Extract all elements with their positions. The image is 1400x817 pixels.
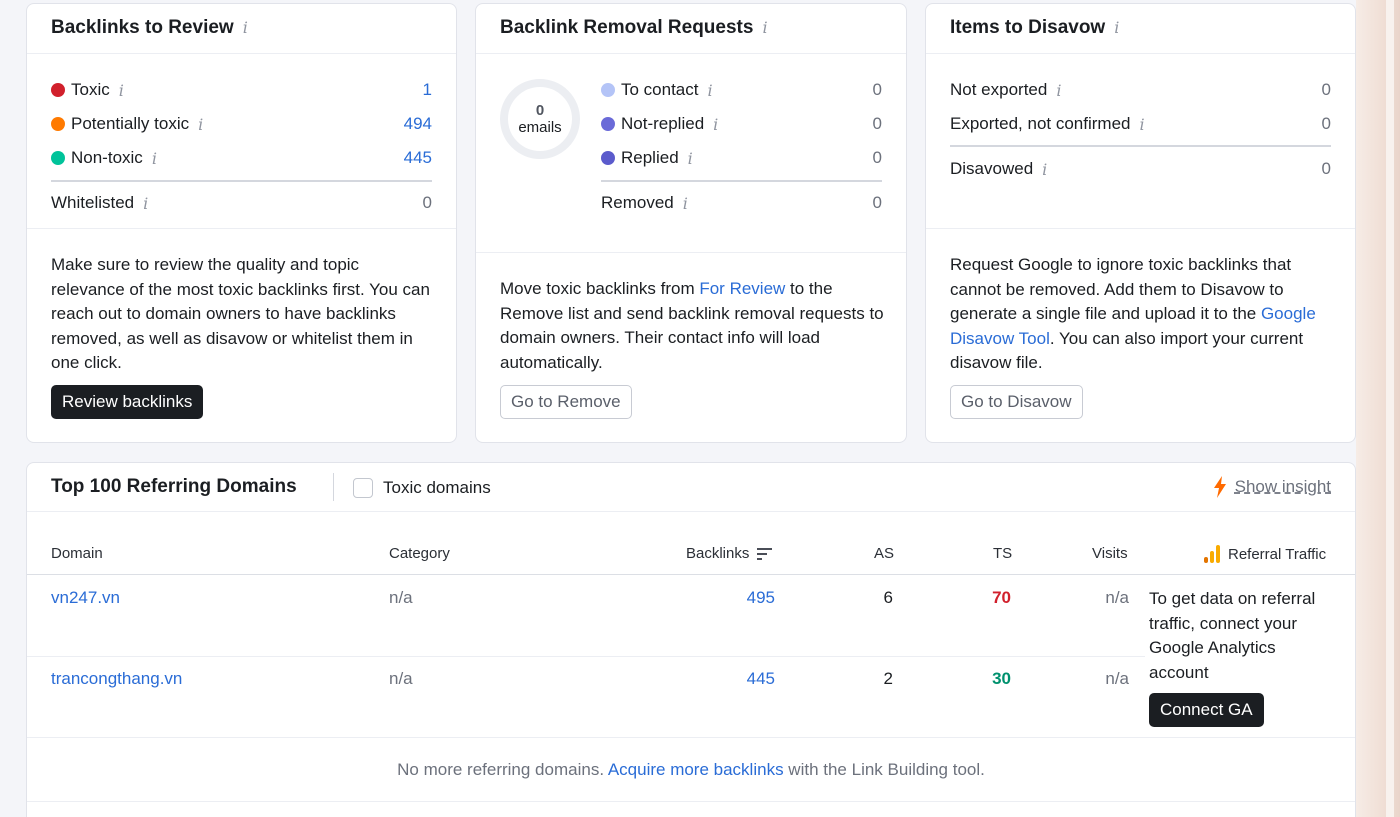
divider [950,145,1331,147]
window-edge [1356,0,1400,817]
google-analytics-icon [1204,545,1220,563]
to-contact-row: To contact i 0 [601,79,882,101]
non-toxic-dot-icon [51,151,65,165]
to-contact-dot-icon [601,83,615,97]
items-to-disavow-card: Items to Disavow i Not exported i 0 Export… [925,3,1356,443]
toxic-domains-checkbox[interactable] [353,478,373,498]
show-insight-link[interactable]: Show insight [1213,476,1331,498]
potentially-toxic-count-link[interactable]: 494 [404,114,432,134]
not-exported-row: Not exported i 0 [950,80,1331,100]
exported-not-confirmed-row: Exported, not confirmed i 0 [950,114,1331,134]
toxic-count-link[interactable]: 1 [423,80,432,100]
sort-icon[interactable] [757,547,773,561]
not-replied-dot-icon [601,117,615,131]
divider [601,180,882,182]
column-referral-traffic[interactable]: Referral Traffic [1204,545,1326,563]
disavowed-row: Disavowed i 0 [950,159,1331,179]
divider [51,180,432,182]
info-icon[interactable]: i [1056,81,1061,100]
whitelisted-row: Whitelisted i 0 [51,193,432,213]
acquire-more-backlinks-link[interactable]: Acquire more backlinks [608,760,784,779]
backlinks-to-review-card: Backlinks to Review i Toxic i 1 Potentiall… [26,3,457,443]
toxic-domains-label: Toxic domains [383,478,491,497]
backlinks-count-link[interactable]: 445 [747,669,775,689]
separator [476,252,906,253]
review-description: Make sure to review the quality and topi… [51,255,430,372]
for-review-link[interactable]: For Review [699,279,785,298]
replied-row: Replied i 0 [601,147,882,169]
info-icon[interactable]: i [713,115,718,134]
column-backlinks[interactable]: Backlinks [686,545,773,562]
table-header: Domain Category Backlinks AS TS Visits R… [27,545,1355,575]
domains-title: Top 100 Referring Domains [51,476,297,497]
non-toxic-row: Non-toxic i 445 [51,147,432,169]
no-more-domains-message: No more referring domains. Acquire more … [397,760,985,779]
info-icon[interactable]: i [688,149,693,168]
toxicity-score: 30 [992,669,1011,688]
category-value: n/a [389,669,413,688]
visits-value: n/a [1105,588,1129,607]
toxicity-score: 70 [992,588,1011,607]
info-icon[interactable]: i [119,81,124,100]
removed-row: Removed i 0 [601,193,882,213]
non-toxic-count-link[interactable]: 445 [404,148,432,168]
go-to-remove-button[interactable]: Go to Remove [500,385,632,419]
top-referring-domains-card: Top 100 Referring Domains Toxic domains … [26,462,1356,817]
separator [27,737,1355,738]
separator [27,801,1355,802]
info-icon[interactable]: i [143,194,148,213]
domain-link[interactable]: trancongthang.vn [51,669,182,689]
column-visits[interactable]: Visits [1092,545,1128,562]
info-icon[interactable]: i [683,194,688,213]
authority-score: 2 [883,669,893,688]
replied-dot-icon [601,151,615,165]
row-divider [27,656,1145,657]
ga-connect-message: To get data on referral traffic, connect… [1149,589,1316,682]
go-to-disavow-button[interactable]: Go to Disavow [950,385,1083,419]
separator [926,228,1355,229]
info-icon[interactable]: i [1042,160,1047,179]
info-icon[interactable]: i [762,18,767,37]
backlinks-count-link[interactable]: 495 [747,588,775,608]
domain-link[interactable]: vn247.vn [51,588,120,608]
separator [27,228,456,229]
column-as[interactable]: AS [874,545,894,562]
card-title: Backlinks to Review i [27,4,456,54]
card-title: Backlink Removal Requests i [476,4,906,54]
separator [27,511,1355,512]
toxic-row: Toxic i 1 [51,79,432,101]
info-icon[interactable]: i [708,81,713,100]
disavow-description: Request Google to ignore toxic backlinks… [950,255,1316,372]
authority-score: 6 [883,588,893,607]
info-icon[interactable]: i [1139,115,1144,134]
info-icon[interactable]: i [198,115,203,134]
lightning-icon [1213,476,1226,498]
review-backlinks-button[interactable]: Review backlinks [51,385,204,419]
potentially-toxic-dot-icon [51,117,65,131]
visits-value: n/a [1105,669,1129,688]
column-category[interactable]: Category [389,545,450,562]
not-replied-row: Not-replied i 0 [601,113,882,135]
info-icon[interactable]: i [243,18,248,37]
card-title: Items to Disavow i [926,4,1355,54]
toxic-dot-icon [51,83,65,97]
column-ts[interactable]: TS [993,545,1012,562]
column-domain[interactable]: Domain [51,545,103,562]
divider [333,473,334,501]
removal-description: Move toxic backlinks from For Review to … [500,279,884,372]
info-icon[interactable]: i [1114,18,1119,37]
info-icon[interactable]: i [152,149,157,168]
potentially-toxic-row: Potentially toxic i 494 [51,113,432,135]
connect-ga-button[interactable]: Connect GA [1149,693,1264,727]
whitelisted-count: 0 [422,193,432,212]
category-value: n/a [389,588,413,607]
backlink-removal-requests-card: Backlink Removal Requests i 0 emails To c… [475,3,907,443]
emails-donut-chart: 0 emails [500,79,580,159]
